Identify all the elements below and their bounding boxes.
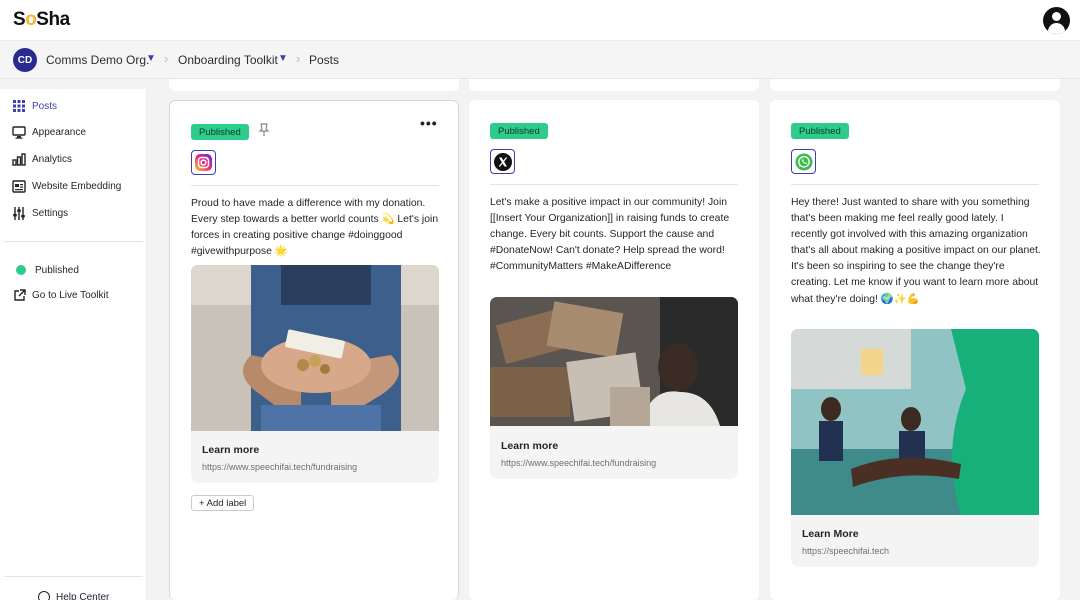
pin-icon[interactable] — [258, 123, 270, 142]
chevron-down-icon[interactable]: ▼ — [278, 53, 288, 64]
sidebar-divider — [4, 241, 143, 242]
top-bar: SoSha — [0, 0, 1080, 41]
post-card[interactable]: Published Let's make a positive impact i… — [469, 100, 759, 600]
sidebar-item-analytics[interactable]: Analytics — [0, 148, 147, 170]
account-icon[interactable] — [1043, 7, 1070, 34]
post-image — [791, 329, 1039, 515]
link-preview[interactable]: Learn More https://speechifai.tech — [791, 515, 1039, 567]
sidebar-divider — [4, 576, 143, 577]
link-preview[interactable]: Learn more https://www.speechifai.tech/f… — [191, 431, 439, 483]
link-preview[interactable]: Learn more https://www.speechifai.tech/f… — [490, 426, 738, 479]
external-link-icon — [12, 288, 26, 302]
go-to-live-toolkit-link[interactable]: Go to Live Toolkit — [0, 284, 147, 306]
card-remnant — [469, 79, 759, 91]
post-card[interactable]: Published ••• Proud to have made a diffe… — [169, 100, 459, 600]
post-text: Proud to have made a difference with my … — [191, 198, 439, 258]
whatsapp-icon — [791, 149, 816, 174]
card-remnant — [169, 79, 459, 91]
bar-chart-icon — [12, 152, 26, 166]
status-badge: Published — [791, 123, 849, 139]
add-label-button[interactable]: + Add label — [191, 495, 255, 511]
grid-icon — [12, 99, 26, 113]
breadcrumb-org[interactable]: Comms Demo Org. — [46, 53, 149, 67]
sliders-icon — [12, 206, 26, 220]
breadcrumb-separator: › — [164, 51, 169, 66]
sidebar-item-posts[interactable]: Posts — [0, 95, 147, 117]
breadcrumb-separator: › — [296, 51, 301, 66]
post-card[interactable]: Published Hey there! Just wanted to shar… — [770, 100, 1060, 600]
chevron-down-icon[interactable]: ▼ — [146, 53, 156, 64]
sidebar-item-settings[interactable]: Settings — [0, 202, 147, 224]
more-options-icon[interactable]: ••• — [420, 115, 438, 131]
status-badge: Published — [191, 124, 249, 140]
post-image — [191, 265, 439, 431]
sidebar-item-appearance[interactable]: Appearance — [0, 121, 147, 143]
status-dot-icon — [16, 265, 26, 275]
toolkit-status: Published — [0, 259, 147, 281]
post-text: Let's make a positive impact in our comm… — [490, 197, 730, 273]
breadcrumb: CD Comms Demo Org. ▼ › Onboarding Toolki… — [0, 41, 1080, 79]
divider — [490, 184, 738, 185]
sidebar: Posts Appearance Analytics Website Embed… — [0, 89, 147, 600]
divider — [791, 184, 1039, 185]
breadcrumb-page: Posts — [309, 53, 340, 67]
divider — [191, 185, 439, 186]
breadcrumb-toolkit[interactable]: Onboarding Toolkit — [178, 53, 278, 67]
x-icon — [490, 149, 515, 174]
embed-icon — [12, 179, 26, 193]
status-badge: Published — [490, 123, 548, 139]
card-remnant — [770, 79, 1060, 91]
help-icon — [38, 591, 50, 600]
post-image — [490, 297, 738, 426]
help-center-link[interactable]: Help Center — [38, 591, 109, 600]
sidebar-item-website-embedding[interactable]: Website Embedding — [0, 175, 147, 197]
post-text: Hey there! Just wanted to share with you… — [791, 197, 1041, 305]
monitor-icon — [12, 125, 26, 139]
app-logo[interactable]: SoSha — [13, 9, 70, 31]
org-avatar[interactable]: CD — [13, 48, 37, 72]
instagram-icon — [191, 150, 216, 175]
